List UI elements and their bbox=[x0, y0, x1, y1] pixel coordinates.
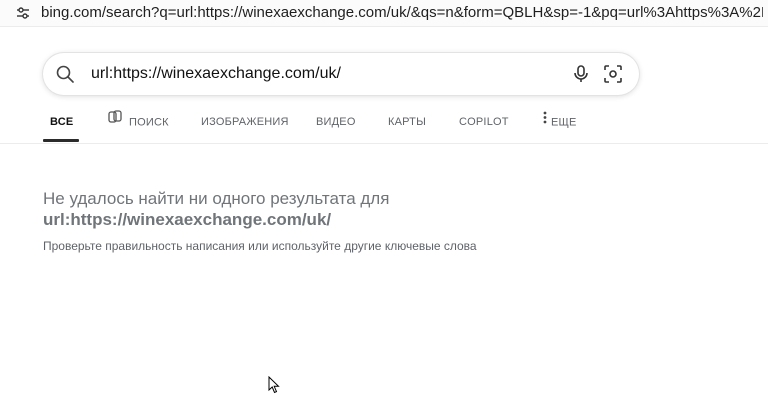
tab-images[interactable]: ИЗОБРАЖЕНИЯ bbox=[201, 107, 289, 141]
active-tab-indicator bbox=[43, 139, 79, 142]
tab-label: ИЗОБРАЖЕНИЯ bbox=[201, 116, 289, 128]
browser-address-bar: bing.com/search?q=url:https://winexaexch… bbox=[0, 0, 768, 27]
tab-maps[interactable]: КАРТЫ bbox=[388, 107, 426, 141]
search-icon[interactable] bbox=[56, 65, 74, 83]
search-box bbox=[43, 53, 639, 95]
tab-label: ЕЩЕ bbox=[551, 116, 577, 129]
tab-label: КАРТЫ bbox=[388, 116, 427, 128]
site-settings-icon[interactable] bbox=[15, 5, 31, 21]
mouse-cursor-icon bbox=[268, 375, 280, 394]
visual-search-icon[interactable] bbox=[603, 64, 623, 84]
no-results-title: Не удалось найти ни одного результата дл… bbox=[43, 189, 390, 208]
no-results-query: url:https://winexaexchange.com/uk/ bbox=[43, 210, 332, 229]
copilot-search-icon bbox=[108, 106, 123, 137]
tab-more[interactable]: ЕЩЕ bbox=[543, 107, 577, 141]
tab-label: ВСЕ bbox=[50, 116, 74, 128]
tab-videos[interactable]: ВИДЕО bbox=[316, 107, 356, 141]
more-vertical-icon bbox=[543, 106, 547, 137]
microphone-icon[interactable] bbox=[571, 64, 591, 84]
tab-all[interactable]: ВСЕ bbox=[50, 107, 73, 141]
tab-copilot[interactable]: COPILOT bbox=[459, 107, 509, 141]
url-field[interactable]: bing.com/search?q=url:https://winexaexch… bbox=[41, 3, 763, 22]
no-results-hint: Проверьте правильность написания или исп… bbox=[43, 239, 477, 253]
tab-label: COPILOT bbox=[459, 116, 509, 128]
tab-label: ВИДЕО bbox=[316, 116, 356, 128]
search-tabs: ВСЕ ПОИСК ИЗОБРАЖЕНИЯ ВИДЕО КАРТЫ COPILO… bbox=[0, 107, 768, 144]
search-input[interactable] bbox=[91, 63, 551, 85]
tab-search[interactable]: ПОИСК bbox=[108, 107, 169, 141]
tab-label: ПОИСК bbox=[129, 116, 169, 129]
